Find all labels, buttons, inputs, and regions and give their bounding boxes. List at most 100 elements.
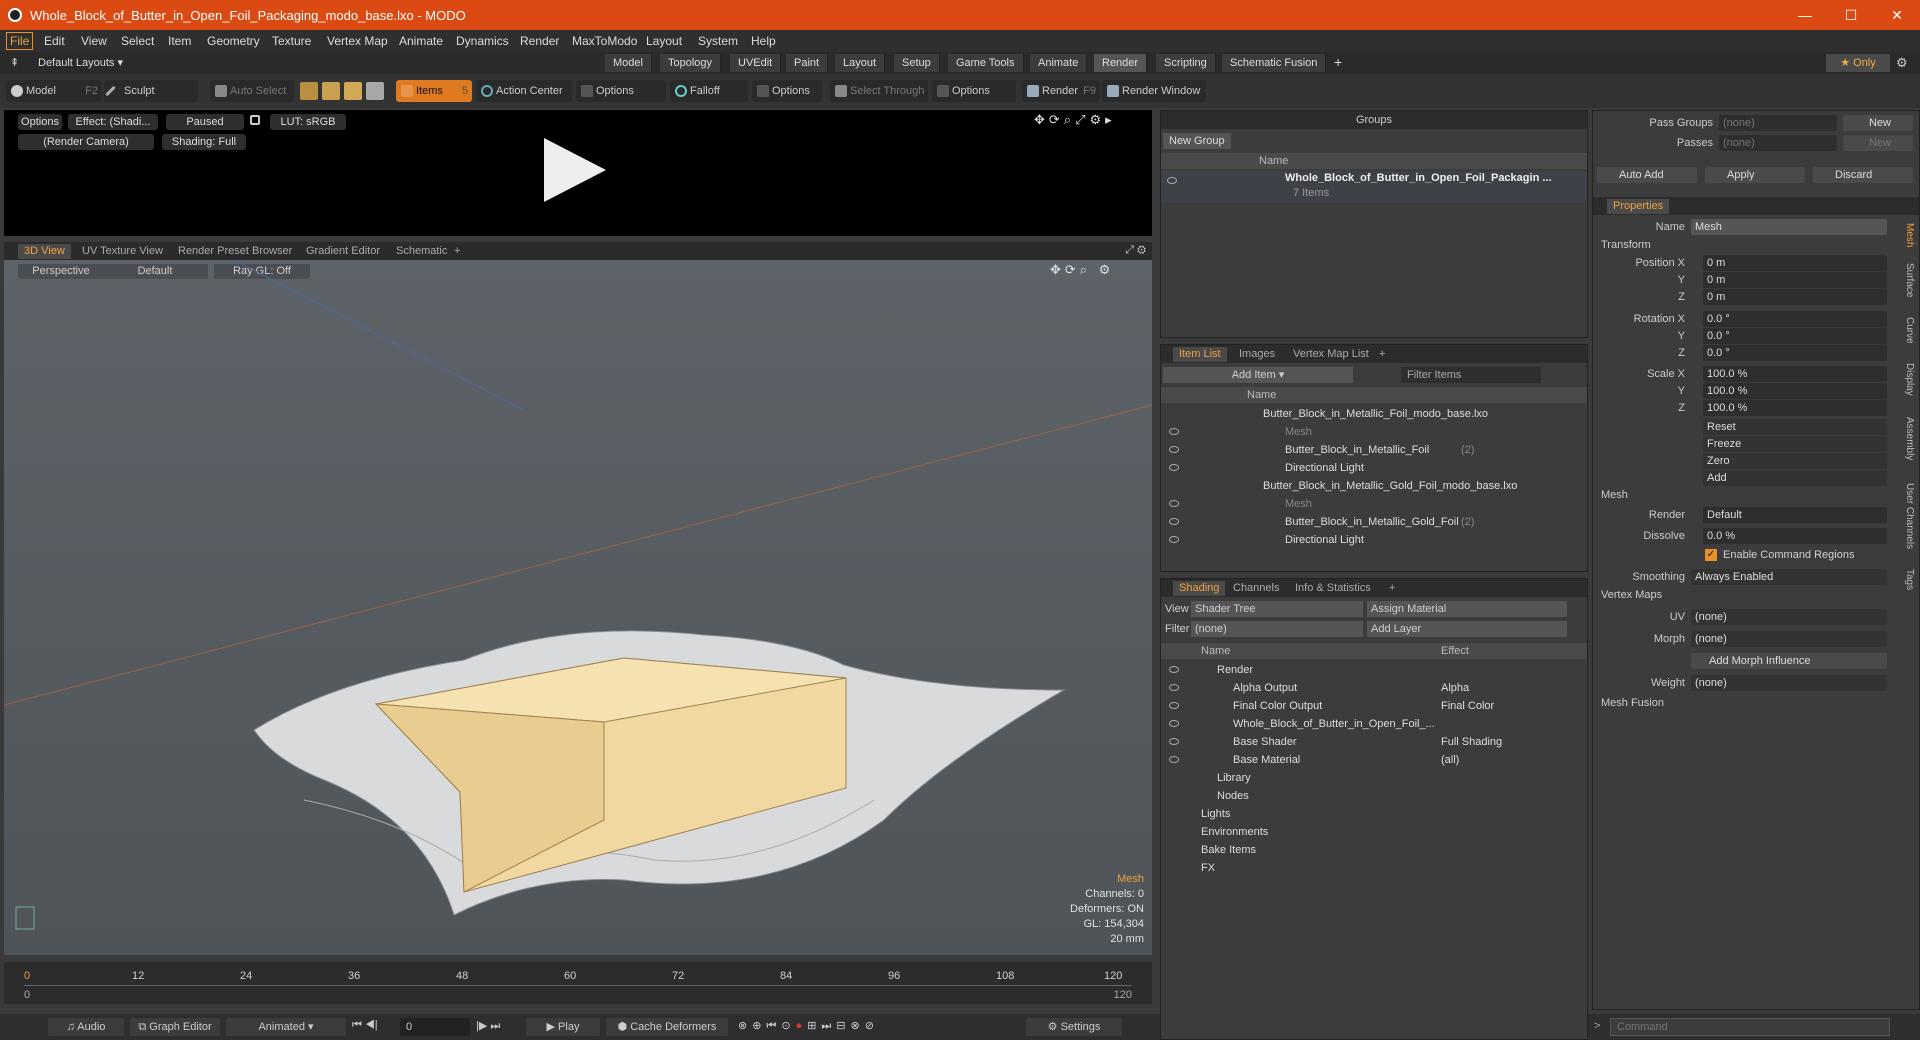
timeline[interactable]: 0 12 24 36 48 60 72 84 96 108 120 0 120 bbox=[4, 962, 1152, 1004]
rotation-y-field[interactable]: 0.0 ° bbox=[1703, 328, 1887, 344]
transform-section[interactable]: Transform bbox=[1601, 239, 1651, 251]
edges-mode-icon[interactable] bbox=[322, 82, 340, 100]
shader-effect[interactable]: (all) bbox=[1441, 751, 1459, 769]
passes-dropdown[interactable]: (none) bbox=[1719, 135, 1837, 151]
eye-icon[interactable] bbox=[1169, 684, 1179, 691]
tab-images[interactable]: Images bbox=[1233, 347, 1281, 362]
render-dropdown[interactable]: Default bbox=[1703, 507, 1887, 523]
preview-nav-icons[interactable]: ✥⟳⌕⤢⚙▸ bbox=[1034, 112, 1116, 128]
mesh-section[interactable]: Mesh bbox=[1601, 489, 1628, 501]
tab-setup[interactable]: Setup bbox=[894, 54, 940, 72]
shader-tree-row[interactable]: Bake Items bbox=[1161, 841, 1587, 859]
shader-tree-row[interactable]: Final Color Output Final Color bbox=[1161, 697, 1587, 715]
menu-item[interactable]: Item bbox=[168, 34, 191, 48]
item-list-row[interactable]: Butter_Block_in_Metallic_Foil_modo_base.… bbox=[1161, 405, 1587, 423]
frame-input[interactable]: 0 bbox=[400, 1018, 470, 1036]
action-center-button[interactable]: Action Center bbox=[476, 80, 572, 102]
add-viewport-tab[interactable]: + bbox=[448, 244, 466, 259]
eye-icon[interactable] bbox=[1169, 666, 1179, 673]
tab-properties[interactable]: Properties bbox=[1607, 199, 1670, 214]
tab-info-statistics[interactable]: Info & Statistics bbox=[1289, 581, 1377, 596]
polygons-mode-icon[interactable] bbox=[344, 82, 362, 100]
side-tab-curve[interactable]: Curve bbox=[1899, 317, 1915, 344]
tab-3d-view[interactable]: 3D View bbox=[18, 244, 71, 259]
preview-paused[interactable]: Paused bbox=[166, 114, 244, 130]
scale-z-field[interactable]: 100.0 % bbox=[1703, 400, 1887, 416]
discard-button[interactable]: Discard bbox=[1813, 167, 1913, 183]
side-tab-tags[interactable]: Tags bbox=[1899, 569, 1915, 590]
tab-paint[interactable]: Paint bbox=[786, 54, 829, 72]
tab-channels[interactable]: Channels bbox=[1227, 581, 1285, 596]
eye-icon[interactable] bbox=[1169, 446, 1179, 453]
menu-help[interactable]: Help bbox=[751, 34, 776, 48]
add-morph-influence-button[interactable]: Add Morph Influence bbox=[1691, 653, 1887, 669]
audio-button[interactable]: ♫ Audio bbox=[48, 1018, 124, 1036]
tab-layout[interactable]: Layout bbox=[835, 54, 886, 72]
group-row[interactable]: Whole_Block_of_Butter_in_Open_Foil_Packa… bbox=[1161, 171, 1587, 203]
new-group-button[interactable]: New Group bbox=[1163, 133, 1231, 149]
tab-item-list[interactable]: Item List bbox=[1173, 347, 1227, 362]
dissolve-field[interactable]: 0.0 % bbox=[1703, 528, 1887, 544]
play-button[interactable]: ▶ Play bbox=[526, 1018, 600, 1036]
menu-maxtomodo[interactable]: MaxToModo bbox=[572, 34, 637, 48]
default-layouts-dropdown[interactable]: Default Layouts ▾ bbox=[38, 56, 123, 69]
shader-tree-row[interactable]: Nodes bbox=[1161, 787, 1587, 805]
tab-uv-texture-view[interactable]: UV Texture View bbox=[76, 244, 169, 259]
tab-game-tools[interactable]: Game Tools bbox=[948, 54, 1024, 72]
side-tab-display[interactable]: Display bbox=[1899, 363, 1915, 396]
side-tab-surface[interactable]: Surface bbox=[1899, 263, 1915, 297]
zero-dropdown[interactable]: Zero bbox=[1703, 453, 1887, 469]
eye-icon[interactable] bbox=[1169, 428, 1179, 435]
playback-forward-icons[interactable]: |▶ ⏭ bbox=[476, 1019, 500, 1033]
vertices-mode-icon[interactable] bbox=[300, 82, 318, 100]
preview-camera[interactable]: (Render Camera) bbox=[18, 134, 154, 150]
graph-editor-button[interactable]: ⧉ Graph Editor bbox=[130, 1018, 220, 1036]
position-x-field[interactable]: 0 m bbox=[1703, 255, 1887, 271]
menu-select[interactable]: Select bbox=[121, 34, 154, 48]
shader-tree-row[interactable]: Lights bbox=[1161, 805, 1587, 823]
rotation-z-field[interactable]: 0.0 ° bbox=[1703, 345, 1887, 361]
only-toggle[interactable]: ★ Only bbox=[1826, 54, 1890, 72]
tab-gradient-editor[interactable]: Gradient Editor bbox=[300, 244, 386, 259]
render-button[interactable]: Render F9 bbox=[1022, 80, 1100, 102]
model-button[interactable]: Model F2 bbox=[6, 80, 102, 102]
auto-add-button[interactable]: Auto Add bbox=[1597, 167, 1697, 183]
new-pass-button[interactable]: New bbox=[1843, 135, 1913, 151]
new-pass-group-button[interactable]: New bbox=[1843, 115, 1913, 131]
scale-y-field[interactable]: 100.0 % bbox=[1703, 383, 1887, 399]
options-button-3[interactable]: Options bbox=[932, 80, 1016, 102]
tab-animate[interactable]: Animate bbox=[1030, 54, 1088, 72]
side-tab-user-channels[interactable]: User Channels bbox=[1899, 483, 1915, 549]
pass-groups-dropdown[interactable]: (none) bbox=[1719, 115, 1837, 131]
smoothing-dropdown[interactable]: Always Enabled bbox=[1691, 569, 1887, 585]
position-y-field[interactable]: 0 m bbox=[1703, 272, 1887, 288]
item-list-row[interactable]: Butter_Block_in_Metallic_Gold_Foil_modo_… bbox=[1161, 477, 1587, 495]
play-icon[interactable] bbox=[544, 138, 606, 202]
menu-system[interactable]: System bbox=[698, 34, 738, 48]
eye-icon[interactable] bbox=[1169, 738, 1179, 745]
cache-deformers-button[interactable]: ⬢ Cache Deformers bbox=[606, 1018, 728, 1036]
maximize-button[interactable]: ☐ bbox=[1828, 0, 1874, 30]
side-tab-assembly[interactable]: Assembly bbox=[1899, 417, 1915, 460]
shader-tree-row[interactable]: Base Material (all) bbox=[1161, 751, 1587, 769]
preview-lut[interactable]: LUT: sRGB bbox=[270, 114, 346, 130]
menu-texture[interactable]: Texture bbox=[272, 34, 311, 48]
item-list-row[interactable]: Butter_Block_in_Metallic_Foil (2) bbox=[1161, 441, 1587, 459]
options-button-2[interactable]: Options bbox=[752, 80, 822, 102]
settings-button[interactable]: ⚙ Settings bbox=[1026, 1018, 1122, 1036]
options-button-1[interactable]: Options bbox=[576, 80, 666, 102]
sculpt-button[interactable]: Sculpt bbox=[104, 80, 198, 102]
shader-effect[interactable]: Full Shading bbox=[1441, 733, 1502, 751]
tab-topology[interactable]: Topology bbox=[660, 54, 722, 72]
add-shading-tab[interactable]: + bbox=[1383, 581, 1401, 596]
menu-vertex-map[interactable]: Vertex Map bbox=[327, 34, 388, 48]
menu-edit[interactable]: Edit bbox=[44, 34, 65, 48]
playback-back-icons[interactable]: ⏮ ◀| bbox=[352, 1019, 378, 1032]
add-item-list-tab[interactable]: + bbox=[1373, 347, 1391, 362]
menu-animate[interactable]: Animate bbox=[399, 34, 443, 48]
shader-tree-row[interactable]: FX bbox=[1161, 859, 1587, 877]
shader-tree-row[interactable]: Alpha Output Alpha bbox=[1161, 679, 1587, 697]
shader-tree-row[interactable]: Library bbox=[1161, 769, 1587, 787]
shader-effect[interactable]: Final Color bbox=[1441, 697, 1494, 715]
key-tools-icons[interactable]: ⊗⊕⏮⊙●⊞⏭⊟⊗⊘ bbox=[738, 1019, 879, 1033]
